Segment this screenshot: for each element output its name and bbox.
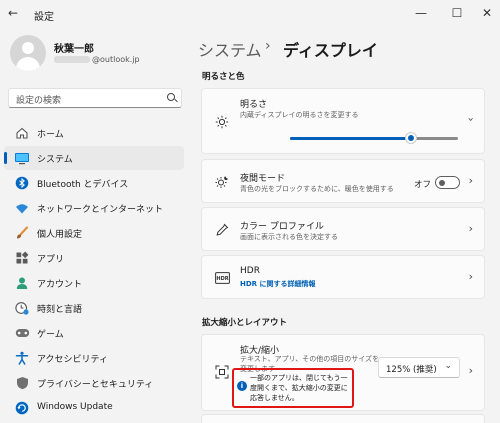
sidebar-item-label: アプリ <box>37 255 65 265</box>
sidebar-item-label: ホーム <box>37 130 64 140</box>
sidebar-item-accessibility[interactable]: アクセシビリティ <box>4 346 184 370</box>
brightness-subtitle: 内蔵ディスプレイの明るさを変更する <box>240 111 359 119</box>
account-icon <box>14 275 30 291</box>
shield-icon <box>14 375 30 391</box>
night-light-card[interactable]: 夜間モード 青色の光をブロックするために、暖色を使用する オフ › <box>201 159 485 203</box>
svg-text:HDR: HDR <box>216 276 228 282</box>
breadcrumb-parent[interactable]: システム <box>198 37 262 61</box>
sidebar-item-privacy[interactable]: プライバシーとセキュリティ <box>4 371 184 395</box>
night-light-state-label: オフ <box>414 180 432 190</box>
apps-icon <box>14 250 30 266</box>
close-button[interactable]: ✕ <box>472 3 500 23</box>
sidebar-item-label: ネットワークとインターネット <box>37 205 164 215</box>
hdr-card[interactable]: HDR HDR HDR に関する詳細情報 › <box>201 255 485 299</box>
chevron-right-icon[interactable]: › <box>469 174 473 187</box>
scale-warning-text: 一部のアプリは、閉じてもう一度開くまで、拡大縮小の変更に応答しません。 <box>250 374 348 402</box>
minimize-button[interactable]: — <box>406 3 436 23</box>
sidebar-item-time-language[interactable]: 時刻と言語 <box>4 296 184 320</box>
chevron-down-icon: ⌄ <box>444 361 452 371</box>
next-card-partial[interactable] <box>201 414 485 423</box>
color-profile-card[interactable]: カラー プロファイル 画面に表示される色を決定する › <box>201 207 485 251</box>
sidebar-item-label: Bluetooth とデバイス <box>37 180 129 190</box>
sidebar-item-gaming[interactable]: ゲーム <box>4 321 184 345</box>
page-title: ディスプレイ <box>283 41 378 60</box>
time-language-icon <box>14 300 30 316</box>
brush-icon <box>14 225 30 241</box>
windows-update-icon <box>14 400 30 416</box>
sidebar-item-system[interactable]: システム <box>4 146 184 170</box>
user-name: 秋葉一郎 <box>54 44 94 55</box>
sidebar-item-label: ゲーム <box>37 330 64 340</box>
search-icon[interactable] <box>167 93 175 101</box>
sidebar-item-label: Windows Update <box>37 402 113 412</box>
sidebar-item-windows-update[interactable]: Windows Update <box>4 396 184 420</box>
sidebar-item-network[interactable]: ネットワークとインターネット <box>4 196 184 220</box>
sidebar-item-label: アクセシビリティ <box>37 355 109 365</box>
night-light-title: 夜間モード <box>240 174 286 184</box>
brightness-slider-thumb[interactable] <box>404 132 417 144</box>
system-icon <box>14 150 30 166</box>
section-heading-brightness-color: 明るさと色 <box>202 72 245 82</box>
brightness-title: 明るさ <box>240 100 268 110</box>
sidebar-item-home[interactable]: ホーム <box>4 121 184 145</box>
avatar[interactable] <box>10 35 46 71</box>
brightness-card[interactable]: 明るさ 内蔵ディスプレイの明るさを変更する › <box>201 88 485 154</box>
sidebar-item-label: 時刻と言語 <box>37 305 83 315</box>
home-icon <box>14 125 30 141</box>
chevron-down-icon[interactable]: › <box>464 117 477 121</box>
brightness-slider[interactable] <box>290 132 458 144</box>
scale-dropdown-value: 125% (推奨) <box>386 365 437 375</box>
chevron-right-icon[interactable]: › <box>469 364 473 377</box>
sidebar-item-accounts[interactable]: アカウント <box>4 271 184 295</box>
chevron-right-icon[interactable]: › <box>469 222 473 235</box>
scale-dropdown[interactable]: 125% (推奨) ⌄ <box>378 357 460 378</box>
night-light-subtitle: 青色の光をブロックするために、暖色を使用する <box>240 185 394 193</box>
wifi-icon <box>14 200 30 216</box>
color-profile-subtitle: 画面に表示される色を決定する <box>240 233 338 241</box>
night-light-toggle[interactable] <box>435 176 460 189</box>
scale-subtitle-line1: テキスト、アプリ、その他の項目のサイズを <box>240 355 380 363</box>
gaming-icon <box>14 325 30 341</box>
scale-warning-highlight: i 一部のアプリは、閉じてもう一度開くまで、拡大縮小の変更に応答しません。 <box>232 368 354 408</box>
search-input[interactable]: 設定の検索 <box>8 88 182 108</box>
section-heading-scale-layout: 拡大縮小とレイアウト <box>202 318 288 328</box>
sidebar-item-label: プライバシーとセキュリティ <box>37 380 154 390</box>
brightness-icon <box>214 114 230 130</box>
hdr-icon: HDR <box>214 270 230 286</box>
user-email: @outlook.jp <box>54 55 140 64</box>
sidebar-item-label: システム <box>37 155 73 165</box>
back-arrow-icon[interactable]: ← <box>8 6 18 20</box>
hdr-title: HDR <box>240 266 260 276</box>
color-profile-title: カラー プロファイル <box>240 222 324 232</box>
maximize-button[interactable]: ☐ <box>442 3 472 23</box>
chevron-right-icon[interactable]: › <box>469 270 473 283</box>
search-placeholder: 設定の検索 <box>16 96 62 106</box>
sidebar-item-label: 個人用設定 <box>37 230 83 240</box>
eyedropper-icon <box>214 222 230 238</box>
info-icon: i <box>237 381 247 391</box>
bluetooth-icon <box>14 175 30 191</box>
sidebar-item-label: アカウント <box>37 280 83 290</box>
sidebar-item-bluetooth[interactable]: Bluetooth とデバイス <box>4 171 184 195</box>
brightness-slider-fill <box>290 137 411 140</box>
app-title: 設定 <box>34 12 54 23</box>
scale-icon <box>214 364 230 380</box>
night-light-icon <box>214 174 230 190</box>
sidebar-item-personalization[interactable]: 個人用設定 <box>4 221 184 245</box>
breadcrumb-separator: › <box>265 38 271 54</box>
redacted-email-prefix <box>54 56 90 63</box>
selected-indicator <box>4 152 7 164</box>
hdr-info-link[interactable]: HDR に関する詳細情報 <box>240 279 316 289</box>
title-bar: ← 設定 — ☐ ✕ <box>0 0 500 26</box>
accessibility-icon <box>14 350 30 366</box>
sidebar-item-apps[interactable]: アプリ <box>4 246 184 270</box>
user-email-domain: @outlook.jp <box>92 55 140 64</box>
